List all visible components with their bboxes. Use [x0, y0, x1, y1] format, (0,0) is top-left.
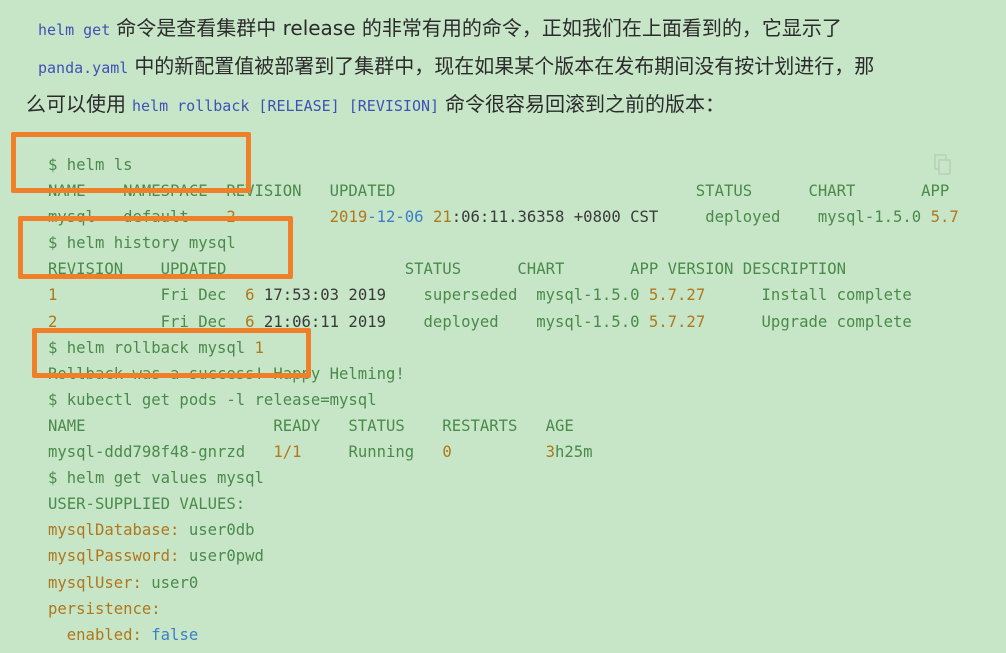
code-line: Rollback was a success! Happy Helming!	[48, 364, 405, 383]
code-line: mysqlUser: user0	[48, 573, 199, 592]
code-line: $ helm history mysql	[48, 234, 236, 253]
code-line: $ kubectl get pods -l release=mysql	[48, 390, 377, 409]
code-content: $ helm ls NAME NAMESPACE REVISION UPDATE…	[48, 152, 959, 648]
code-line: mysqlPassword: user0pwd	[48, 547, 264, 566]
paragraph-line-3: 么可以使用 helm rollback [RELEASE] [REVISION] 命…	[26, 86, 976, 124]
inline-code-panda-yaml: panda.yaml	[38, 59, 129, 77]
code-line: mysql default 2 2019-12-06 21:06:11.3635…	[48, 208, 959, 227]
code-line: USER-SUPPLIED VALUES:	[48, 495, 246, 514]
code-line: REVISION UPDATED STATUS CHART APP VERSIO…	[48, 260, 846, 279]
code-line: enabled: false	[48, 625, 199, 644]
paragraph-line-1: helm get 命令是查看集群中 release 的非常有用的命令，正如我们在上…	[26, 10, 976, 48]
code-line: mysql-ddd798f48-gnrzd 1/1 Running 0 3h25…	[48, 443, 593, 462]
inline-code-helm-get: helm get	[38, 21, 111, 39]
inline-code-helm-rollback: helm rollback [RELEASE] [REVISION]	[132, 97, 440, 115]
code-line: 1 Fri Dec 6 17:53:03 2019 superseded mys…	[48, 286, 912, 305]
paragraph-text-1: 命令是查看集群中 release 的非常有用的命令，正如我们在上面看到的，它显示…	[116, 16, 842, 40]
code-line: $ helm get values mysql	[48, 469, 264, 488]
code-block: $ helm ls NAME NAMESPACE REVISION UPDATE…	[0, 132, 1006, 653]
code-line: mysqlDatabase: user0db	[48, 521, 255, 540]
code-line: 2 Fri Dec 6 21:06:11 2019 deployed mysql…	[48, 312, 912, 331]
code-line: $ helm rollback mysql 1	[48, 338, 264, 357]
code-line: $ helm ls	[48, 156, 133, 174]
code-line: NAME READY STATUS RESTARTS AGE	[48, 416, 574, 435]
paragraph-text-3a: 么可以使用	[26, 92, 126, 116]
article-paragraph: helm get 命令是查看集群中 release 的非常有用的命令，正如我们在上…	[26, 10, 976, 124]
code-line: persistence:	[48, 599, 161, 618]
paragraph-text-2: 中的新配置值被部署到了集群中，现在如果某个版本在发布期间没有按计划进行，那	[134, 54, 875, 78]
paragraph-text-3b: 命令很容易回滚到之前的版本：	[445, 92, 726, 116]
paragraph-line-2: panda.yaml 中的新配置值被部署到了集群中，现在如果某个版本在发布期间没有…	[26, 48, 976, 86]
code-line: NAME NAMESPACE REVISION UPDATED STATUS C…	[48, 182, 950, 201]
